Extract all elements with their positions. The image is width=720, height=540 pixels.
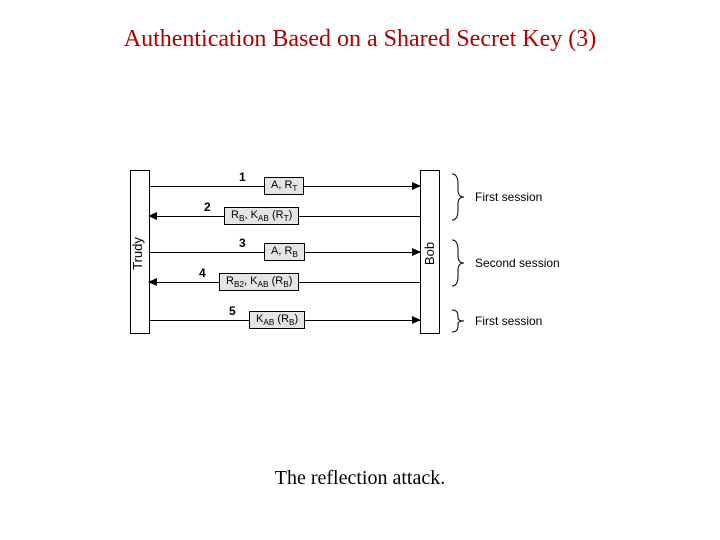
arrow-right-icon bbox=[412, 182, 421, 190]
message-2: 2 RB, KAB (RT) bbox=[149, 216, 420, 217]
session-3-label: First session bbox=[475, 314, 542, 328]
arrow-left-icon bbox=[148, 278, 157, 286]
session-1-label: First session bbox=[475, 190, 542, 204]
reflection-attack-diagram: Trudy Bob 1 A, RT 2 RB, KAB (RT) 3 A, RB… bbox=[130, 160, 610, 360]
arrow-left-icon bbox=[148, 212, 157, 220]
brace-icon bbox=[450, 308, 470, 334]
message-4-num: 4 bbox=[199, 266, 206, 280]
message-1-num: 1 bbox=[239, 170, 246, 184]
message-3: 3 A, RB bbox=[149, 252, 420, 253]
message-5-num: 5 bbox=[229, 304, 236, 318]
message-4: 4 RB2, KAB (RB) bbox=[149, 282, 420, 283]
caption: The reflection attack. bbox=[0, 467, 720, 490]
message-4-payload: RB2, KAB (RB) bbox=[219, 273, 299, 291]
message-2-payload: RB, KAB (RT) bbox=[224, 207, 299, 225]
message-5-payload: KAB (RB) bbox=[249, 311, 305, 329]
party-trudy: Trudy bbox=[130, 170, 150, 334]
message-1-payload: A, RT bbox=[264, 177, 304, 195]
message-2-num: 2 bbox=[204, 200, 211, 214]
page-title: Authentication Based on a Shared Secret … bbox=[0, 26, 720, 53]
arrow-right-icon bbox=[412, 248, 421, 256]
message-1: 1 A, RT bbox=[149, 186, 420, 187]
session-2-label: Second session bbox=[475, 256, 560, 270]
brace-icon bbox=[450, 238, 470, 288]
party-trudy-label: Trudy bbox=[130, 237, 145, 270]
party-bob-label: Bob bbox=[422, 242, 437, 265]
message-3-num: 3 bbox=[239, 236, 246, 250]
brace-icon bbox=[450, 172, 470, 222]
message-5: 5 KAB (RB) bbox=[149, 320, 420, 321]
party-bob: Bob bbox=[420, 170, 440, 334]
arrow-right-icon bbox=[412, 316, 421, 324]
message-3-payload: A, RB bbox=[264, 243, 305, 261]
